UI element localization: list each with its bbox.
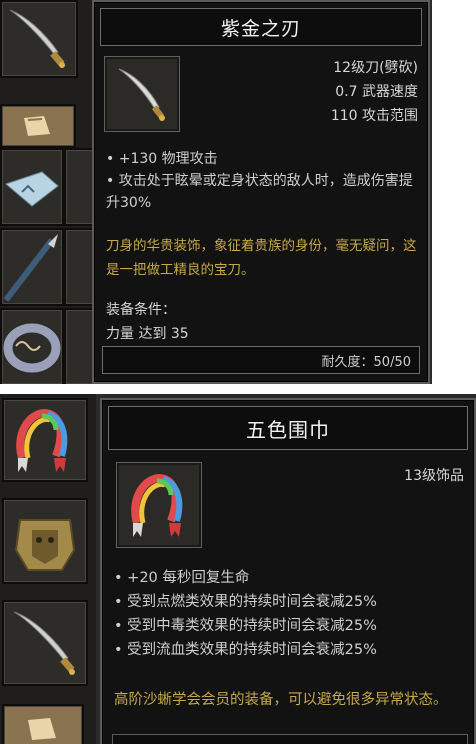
item-name: 五色围巾 [108, 406, 468, 450]
effect-line: • 攻击处于眩晕或定身状态的敌人时，造成伤害提升30% [106, 173, 413, 211]
item-tooltip-screen-2: 五色围巾 13级饰品 • +20 每秒回复生命 • 受到点燃类效果的持续时间会衰… [0, 394, 476, 744]
inventory-strip [0, 0, 98, 384]
book-tab-icon [24, 116, 50, 136]
inventory-slot-sword[interactable] [2, 600, 88, 686]
effect-line: • 受到点燃类效果的持续时间会衰减25% [114, 594, 377, 610]
effect-line: • +20 每秒回复生命 [114, 570, 250, 586]
inventory-strip [0, 394, 96, 744]
item-tooltip-screen-1: 紫金之刃 12级刀(劈砍) 0.7 武器速度 110 攻击范围 • +130 物… [0, 0, 432, 384]
inventory-slot-bracer[interactable] [0, 308, 64, 384]
inventory-slot-cloth[interactable] [0, 148, 64, 226]
cloth-icon [4, 171, 59, 207]
armor-icon [14, 519, 76, 571]
effect-line: • 受到流血类效果的持续时间会衰减25% [114, 642, 377, 658]
item-lore: 高阶沙蜥学会会员的装备，可以避免很多异常状态。 [114, 692, 448, 708]
item-tooltip: 五色围巾 13级饰品 • +20 每秒回复生命 • 受到点燃类效果的持续时间会衰… [100, 398, 476, 744]
durability-bar [112, 734, 468, 744]
rainbow-scarf-icon [131, 474, 183, 537]
spear-icon [3, 234, 58, 302]
inventory-tab[interactable] [2, 704, 84, 744]
item-lore: 刀身的华贵装饰，象征着贵族的身份，毫无疑问，这是一把做工精良的宝刀。 [106, 238, 417, 278]
requirement-strength: 力量 达到 35 [106, 326, 189, 342]
durability-bar: 耐久度：50/50 [102, 346, 420, 374]
durability-text: 耐久度：50/50 [321, 354, 411, 370]
book-tab-icon [28, 718, 56, 740]
inventory-tab[interactable] [0, 104, 76, 148]
sabre-icon [9, 9, 65, 68]
item-icon-frame [104, 56, 180, 132]
inventory-slot-spear[interactable] [0, 228, 64, 306]
item-tooltip: 紫金之刃 12级刀(劈砍) 0.7 武器速度 110 攻击范围 • +130 物… [92, 0, 430, 384]
requirements-label: 装备条件： [106, 302, 176, 318]
item-icon-frame [116, 462, 202, 548]
item-requirements: 装备条件： 力量 达到 35 [106, 298, 189, 346]
item-stats: 13级饰品 [404, 464, 464, 488]
item-name: 紫金之刃 [100, 8, 422, 46]
inventory-slot-scarf[interactable] [2, 398, 88, 482]
weapon-speed: 0.7 武器速度 [335, 84, 418, 100]
item-effects: • +20 每秒回复生命 • 受到点燃类效果的持续时间会衰减25% • 受到中毒… [110, 566, 466, 662]
bracer-icon [3, 323, 61, 373]
rainbow-scarf-icon [16, 409, 68, 472]
item-level-type: 13级饰品 [404, 468, 464, 484]
inventory-slot-sword[interactable] [0, 0, 78, 78]
sabre-icon [13, 611, 75, 675]
item-stats: 12级刀(劈砍) 0.7 武器速度 110 攻击范围 [331, 56, 418, 128]
effect-line: • +130 物理攻击 [106, 151, 218, 167]
sabre-icon [118, 68, 165, 121]
effect-line: • 受到中毒类效果的持续时间会衰减25% [114, 618, 377, 634]
item-level-type: 12级刀(劈砍) [333, 60, 418, 76]
item-effects: • +130 物理攻击 • 攻击处于眩晕或定身状态的敌人时，造成伤害提升30% [102, 148, 420, 214]
attack-range: 110 攻击范围 [330, 108, 418, 124]
inventory-slot-armor[interactable] [2, 498, 88, 584]
